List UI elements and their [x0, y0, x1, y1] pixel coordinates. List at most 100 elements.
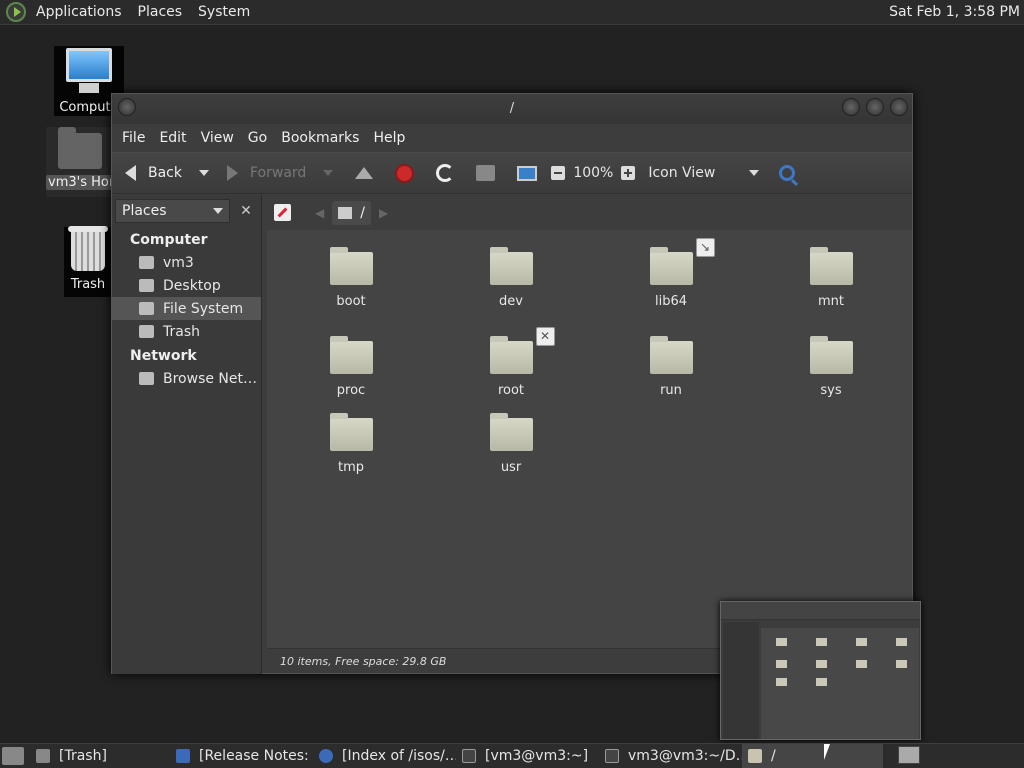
pathbar: ◀ / ▶: [267, 195, 912, 230]
task-label: [Trash]: [59, 748, 107, 764]
desktop-home-folder[interactable]: vm3's Hor: [46, 127, 114, 197]
show-desktop-icon[interactable]: [2, 747, 24, 765]
folder-icon: [489, 247, 533, 285]
clock[interactable]: Sat Feb 1, 3:58 PM: [889, 4, 1020, 20]
sidebar-item-browse-network[interactable]: Browse Net…: [112, 367, 261, 390]
window-titlebar[interactable]: /: [112, 94, 912, 124]
folder-icon: [809, 247, 853, 285]
menu-edit[interactable]: Edit: [152, 130, 193, 146]
file-item-tmp[interactable]: tmp: [301, 413, 401, 475]
menu-go[interactable]: Go: [241, 130, 274, 146]
forward-label: Forward: [250, 165, 307, 181]
sidebar-item-desktop[interactable]: Desktop: [112, 274, 261, 297]
sidebar-item-vm3[interactable]: vm3: [112, 251, 261, 274]
back-label: Back: [148, 165, 182, 181]
folder-icon: [329, 336, 373, 374]
file-item-root[interactable]: ✕ root: [461, 327, 561, 398]
home-folder-icon: [58, 127, 102, 169]
view-mode-select[interactable]: Icon View: [648, 165, 715, 181]
sidebar-close-icon[interactable]: ✕: [235, 200, 257, 222]
menu-bookmarks[interactable]: Bookmarks: [274, 130, 366, 146]
close-button[interactable]: [890, 98, 908, 116]
file-item-dev[interactable]: dev: [461, 247, 561, 309]
sidebar-item-label: Desktop: [163, 277, 221, 294]
drive-icon: [338, 206, 353, 219]
menu-help[interactable]: Help: [366, 130, 412, 146]
computer-icon[interactable]: [517, 165, 538, 181]
menu-file[interactable]: File: [115, 130, 152, 146]
icon-view[interactable]: boot dev ↘ lib64 mnt proc ✕ root run sys…: [267, 230, 912, 648]
home-icon: [139, 256, 154, 269]
workspace-switcher[interactable]: [898, 746, 920, 764]
top-panel: Applications Places System Sat Feb 1, 3:…: [0, 0, 1024, 25]
menu-view[interactable]: View: [194, 130, 241, 146]
crumb-left-icon[interactable]: ◀: [315, 206, 324, 220]
window-thumbnail-preview[interactable]: [720, 601, 921, 740]
sidebar-heading-computer: Computer: [130, 232, 208, 248]
file-item-usr[interactable]: usr: [461, 413, 561, 475]
menu-system[interactable]: System: [190, 4, 258, 20]
preview-folder-icon: [856, 660, 867, 668]
task-release-notes[interactable]: [Release Notes: …: [170, 744, 313, 768]
zoom-out-icon[interactable]: [551, 166, 566, 180]
preview-folder-icon: [816, 660, 827, 668]
sidebar-places-select[interactable]: Places: [115, 199, 230, 223]
applications-logo-icon[interactable]: [6, 2, 26, 22]
menu-applications[interactable]: Applications: [28, 4, 130, 20]
home-icon[interactable]: [476, 165, 496, 181]
file-item-boot[interactable]: boot: [301, 247, 401, 309]
file-item-sys[interactable]: sys: [781, 336, 881, 398]
forward-button[interactable]: Forward: [209, 165, 306, 181]
toolbar: Back Forward 100% Icon View: [112, 152, 912, 194]
minimize-button[interactable]: [842, 98, 860, 116]
folder-icon: [329, 413, 373, 451]
preview-folder-icon: [776, 678, 787, 686]
menu-places[interactable]: Places: [130, 4, 191, 20]
task-terminal-2[interactable]: vm3@vm3:~/D…: [599, 744, 742, 768]
desktop-trash[interactable]: Trash: [64, 226, 112, 297]
back-history-dropdown[interactable]: [199, 170, 209, 176]
menubar: File Edit View Go Bookmarks Help: [112, 124, 912, 152]
folder-icon: [489, 413, 533, 451]
task-index-isos[interactable]: [Index of /isos/…: [313, 744, 456, 768]
sidebar-item-trash[interactable]: Trash: [112, 320, 261, 343]
folder-icon: ✕: [489, 327, 555, 374]
reload-icon[interactable]: [436, 164, 455, 182]
breadcrumb-root[interactable]: /: [332, 200, 371, 225]
file-item-lib64[interactable]: ↘ lib64: [621, 238, 721, 309]
edit-location-icon[interactable]: [274, 204, 291, 221]
up-icon[interactable]: [355, 167, 374, 179]
file-label: usr: [500, 460, 522, 475]
preview-sidebar: [723, 622, 759, 739]
file-item-mnt[interactable]: mnt: [781, 247, 881, 309]
taskbar: [Trash] [Release Notes: … [Index of /iso…: [0, 743, 1024, 768]
forward-history-dropdown[interactable]: [323, 170, 334, 176]
preview-folder-icon: [776, 638, 787, 646]
sidebar-item-file-system[interactable]: File System: [112, 297, 261, 320]
back-button[interactable]: Back: [112, 165, 182, 181]
file-label: run: [660, 383, 682, 398]
forward-arrow-icon: [227, 165, 238, 181]
stop-icon[interactable]: [395, 163, 415, 183]
file-label: boot: [336, 294, 366, 309]
zoom-in-icon[interactable]: [621, 166, 636, 180]
sidebar-heading-network: Network: [130, 348, 197, 364]
network-icon: [139, 372, 154, 385]
browser-icon: [176, 749, 190, 763]
trash-icon: [139, 325, 154, 338]
maximize-button[interactable]: [866, 98, 884, 116]
crumb-right-icon[interactable]: ▶: [379, 206, 388, 220]
task-terminal-1[interactable]: [vm3@vm3:~]: [456, 744, 599, 768]
search-icon[interactable]: [779, 165, 796, 181]
file-label: proc: [336, 383, 366, 398]
file-item-proc[interactable]: proc: [301, 336, 401, 398]
preview-folder-icon: [816, 678, 827, 686]
view-mode-dropdown-icon[interactable]: [749, 170, 760, 176]
task-file-manager[interactable]: /: [742, 744, 883, 768]
preview-toolbar: [721, 602, 920, 620]
folder-icon: ↘: [649, 238, 715, 285]
preview-main: [761, 628, 919, 739]
task-trash[interactable]: [Trash]: [30, 744, 170, 768]
file-item-run[interactable]: run: [621, 336, 721, 398]
unreadable-emblem-icon: ✕: [535, 327, 555, 346]
